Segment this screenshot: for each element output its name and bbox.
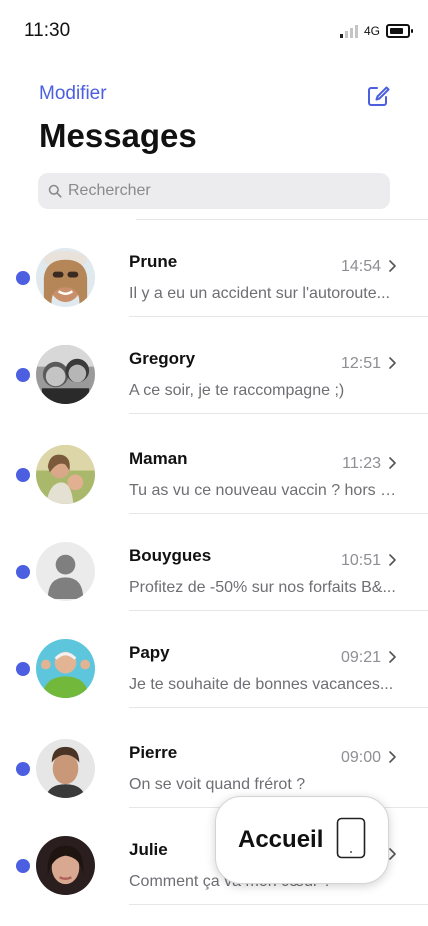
chevron-right-icon — [389, 751, 396, 763]
contact-name: Maman — [129, 449, 188, 468]
message-time: 09:00 — [340, 749, 381, 766]
contact-name: Pierre — [129, 743, 178, 762]
chevron-right-icon — [389, 848, 396, 860]
message-time: 09:21 — [340, 649, 381, 666]
conversation-row-prune[interactable]: Prune 14:54 Il y a eu un accident sur l'… — [0, 242, 428, 338]
divider — [136, 219, 428, 220]
message-time: 10:51 — [340, 552, 381, 569]
message-preview: Il y a eu un accident sur l'autoroute... — [129, 285, 390, 302]
unread-dot — [16, 565, 30, 579]
edit-button[interactable]: Modifier — [39, 83, 107, 105]
status-bar: 11:30 4G — [0, 0, 428, 60]
chevron-right-icon — [389, 651, 396, 663]
contact-name: Prune — [129, 252, 178, 271]
status-time: 11:30 — [24, 20, 71, 41]
avatar — [36, 345, 95, 404]
home-button-label: Accueil — [238, 826, 324, 853]
message-time: 12:51 — [340, 355, 381, 372]
message-preview: Profitez de -50% sur nos forfaits B&... — [129, 579, 396, 596]
conversation-row-gregory[interactable]: Gregory 12:51 A ce soir, je te raccompag… — [0, 339, 428, 435]
chevron-right-icon — [389, 357, 396, 369]
page-title: Messages — [39, 117, 197, 154]
search-bar[interactable] — [38, 173, 390, 209]
status-icons: 4G — [339, 24, 413, 38]
divider — [129, 413, 428, 414]
message-preview: Je te souhaite de bonnes vacances... — [129, 676, 394, 693]
divider — [129, 904, 428, 905]
contact-name: Julie — [129, 840, 168, 859]
phone-icon — [336, 817, 366, 859]
conversation-row-papy[interactable]: Papy 09:21 Je te souhaite de bonnes vaca… — [0, 633, 428, 729]
divider — [129, 707, 428, 708]
unread-dot — [16, 859, 30, 873]
conversation-row-bouygues[interactable]: Bouygues 10:51 Profitez de -50% sur nos … — [0, 536, 428, 632]
network-type: 4G — [363, 24, 380, 38]
chevron-right-icon — [389, 554, 396, 566]
signal-icon — [339, 24, 358, 38]
unread-dot — [16, 762, 30, 776]
conversation-row-maman[interactable]: Maman 11:23 Tu as vu ce nouveau vaccin ?… — [0, 439, 428, 535]
message-preview: A ce soir, je te raccompagne ;) — [129, 382, 345, 399]
message-time: 11:23 — [342, 455, 381, 472]
contact-name: Bouygues — [129, 546, 212, 565]
battery-icon — [386, 24, 413, 38]
avatar — [36, 739, 95, 798]
search-icon — [48, 184, 62, 198]
divider — [129, 610, 428, 611]
unread-dot — [16, 662, 30, 676]
unread-dot — [16, 468, 30, 482]
contact-name: Papy — [129, 643, 170, 662]
chevron-right-icon — [389, 457, 396, 469]
message-preview: On se voit quand frérot ? — [129, 776, 306, 793]
avatar — [36, 445, 95, 504]
compose-icon[interactable] — [366, 84, 390, 108]
unread-dot — [16, 271, 30, 285]
contact-name: Gregory — [129, 349, 196, 368]
search-input[interactable] — [68, 182, 368, 200]
message-preview: Tu as vu ce nouveau vaccin ? hors d... — [129, 482, 399, 499]
default-person-icon — [36, 542, 95, 601]
message-time: 14:54 — [340, 258, 381, 275]
avatar — [36, 248, 95, 307]
divider — [129, 513, 428, 514]
avatar — [36, 639, 95, 698]
avatar — [36, 836, 95, 895]
home-button[interactable]: Accueil — [215, 796, 389, 884]
unread-dot — [16, 368, 30, 382]
chevron-right-icon — [389, 260, 396, 272]
divider — [129, 316, 428, 317]
